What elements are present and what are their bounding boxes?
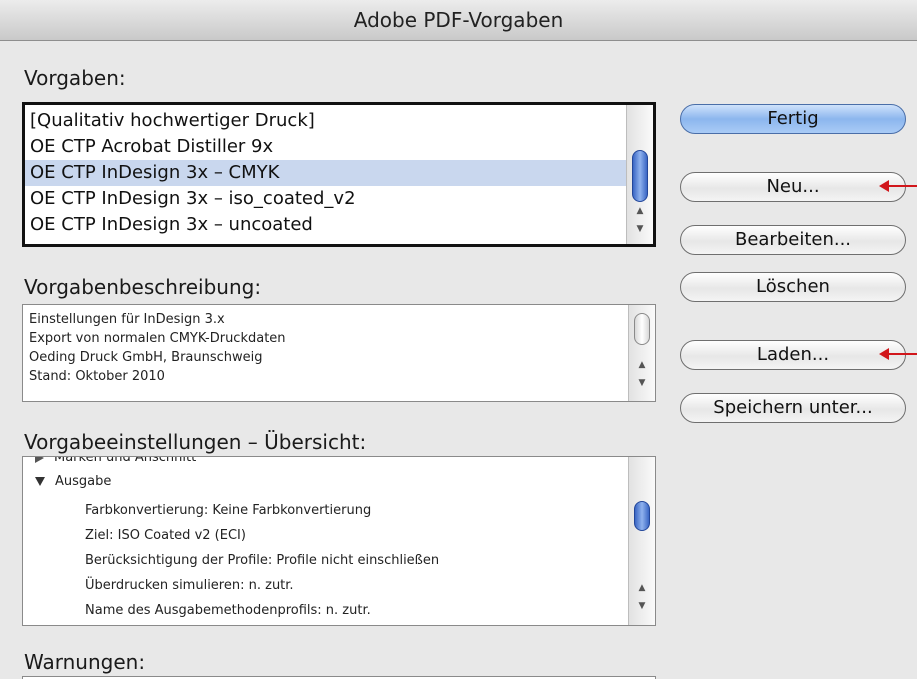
- scroll-up-icon[interactable]: ▲: [629, 582, 655, 594]
- presets-scrollbar[interactable]: ▲ ▼: [626, 105, 653, 244]
- tree-row-detail: Name des Ausgabemethodenprofils: n. zutr…: [85, 603, 371, 618]
- disclosure-expanded-icon[interactable]: [35, 477, 45, 486]
- tree-row-label: Marken und Anschnitt: [54, 456, 197, 465]
- description-box: Einstellungen für InDesign 3.x Export vo…: [22, 304, 656, 402]
- annotation-arrow-icon: [879, 180, 917, 192]
- load-button[interactable]: Laden...: [680, 340, 906, 370]
- summary-scrollbar[interactable]: ▲ ▼: [628, 457, 655, 625]
- done-button[interactable]: Fertig: [680, 104, 906, 134]
- disclosure-collapsed-icon[interactable]: [35, 457, 44, 463]
- summary-label: Vorgabeeinstellungen – Übersicht:: [24, 430, 367, 454]
- tree-row-label: Ausgabe: [55, 474, 112, 489]
- scroll-down-icon[interactable]: ▼: [627, 223, 653, 235]
- tree-row-detail: Berücksichtigung der Profile: Profile ni…: [85, 553, 440, 568]
- presets-list[interactable]: [Qualitativ hochwertiger Druck] OE CTP A…: [22, 102, 656, 247]
- tree-row-detail: Farbkonvertierung: Keine Farbkonvertieru…: [85, 503, 372, 518]
- scroll-up-icon[interactable]: ▲: [629, 359, 655, 371]
- scroll-thumb[interactable]: [632, 150, 648, 202]
- description-line: Oeding Druck GmbH, Braunschweig: [29, 350, 263, 365]
- tree-row-detail: Ziel: ISO Coated v2 (ECI): [85, 528, 246, 543]
- tree-row-marks[interactable]: Marken und Anschnitt: [35, 456, 197, 470]
- tree-row-detail: Überdrucken simulieren: n. zutr.: [85, 578, 294, 593]
- preset-item[interactable]: OE CTP InDesign 3x – uncoated: [25, 212, 627, 238]
- annotation-arrow-icon: [879, 348, 917, 360]
- scroll-up-icon[interactable]: ▲: [627, 205, 653, 217]
- preset-item-selected[interactable]: OE CTP InDesign 3x – CMYK: [25, 160, 627, 186]
- window-title: Adobe PDF-Vorgaben: [0, 0, 917, 41]
- preset-item[interactable]: OE CTP Acrobat Distiller 9x: [25, 134, 627, 160]
- warnings-label: Warnungen:: [24, 650, 146, 674]
- description-line: Export von normalen CMYK-Druckdaten: [29, 331, 286, 346]
- summary-tree[interactable]: Marken und Anschnitt Ausgabe Farbkonvert…: [22, 456, 656, 626]
- preset-item[interactable]: [Qualitativ hochwertiger Druck]: [25, 108, 627, 134]
- edit-button[interactable]: Bearbeiten...: [680, 225, 906, 255]
- new-button[interactable]: Neu...: [680, 172, 906, 202]
- description-line: Stand: Oktober 2010: [29, 369, 165, 384]
- delete-button[interactable]: Löschen: [680, 272, 906, 302]
- description-line: Einstellungen für InDesign 3.x: [29, 312, 225, 327]
- description-scrollbar[interactable]: ▲ ▼: [628, 305, 655, 401]
- presets-label: Vorgaben:: [24, 66, 126, 90]
- tree-row-output[interactable]: Ausgabe: [35, 469, 111, 494]
- scroll-thumb[interactable]: [634, 501, 650, 531]
- save-as-button[interactable]: Speichern unter...: [680, 393, 906, 423]
- scroll-thumb[interactable]: [634, 313, 650, 345]
- preset-item[interactable]: OE CTP InDesign 3x – iso_coated_v2: [25, 186, 627, 212]
- scroll-down-icon[interactable]: ▼: [629, 600, 655, 612]
- scroll-down-icon[interactable]: ▼: [629, 377, 655, 389]
- description-label: Vorgabenbeschreibung:: [24, 275, 262, 299]
